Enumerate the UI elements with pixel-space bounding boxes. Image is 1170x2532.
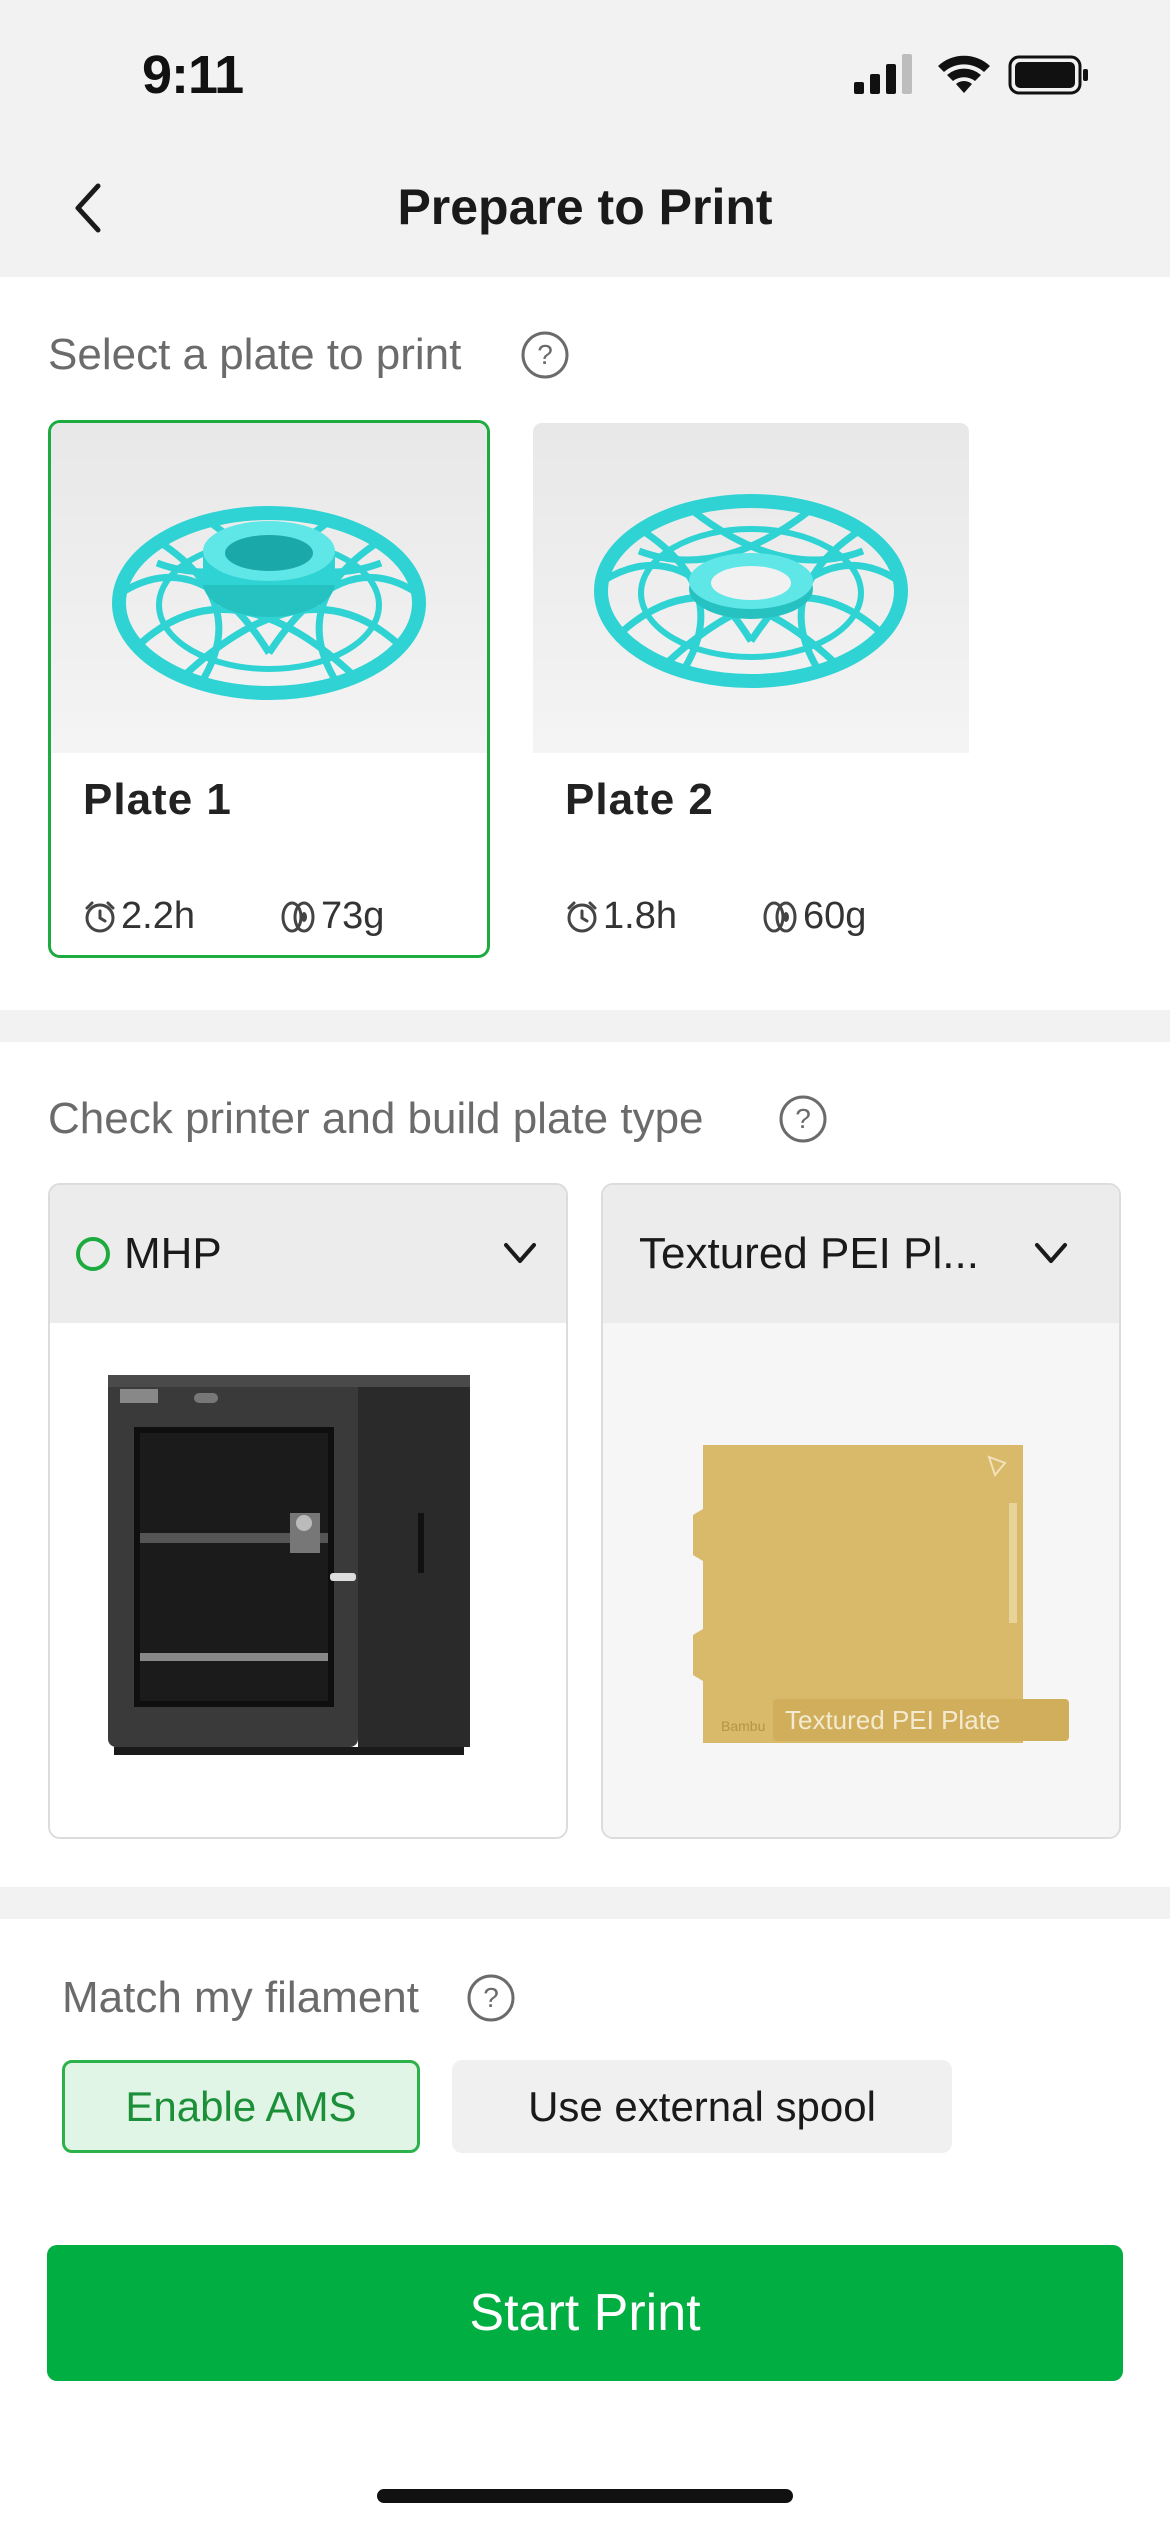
plate-name: Plate 2 bbox=[565, 775, 714, 824]
build-plate-brand: Bambu bbox=[721, 1718, 765, 1734]
plate-weight-value: 73g bbox=[321, 895, 385, 937]
build-plate-caption: Textured PEI Plate bbox=[785, 1705, 1000, 1735]
wifi-icon bbox=[938, 55, 990, 93]
plate-card-2[interactable]: Plate 2 1.8h 60g bbox=[530, 420, 972, 958]
printer-selector-card[interactable]: MHP bbox=[48, 1183, 568, 1839]
filament-spool-icon bbox=[763, 901, 797, 932]
build-plate-dropdown[interactable]: Textured PEI Pl... bbox=[603, 1185, 1119, 1323]
cellular-signal-icon bbox=[854, 54, 912, 94]
plate-time-value: 2.2h bbox=[121, 895, 195, 937]
enable-ams-button[interactable]: Enable AMS bbox=[62, 2060, 420, 2153]
filament-spool-icon bbox=[281, 901, 315, 932]
printer-name: MHP bbox=[124, 1229, 222, 1278]
page-title: Prepare to Print bbox=[397, 179, 773, 235]
printer-section-label: Check printer and build plate type bbox=[48, 1094, 704, 1143]
plate-time-value: 1.8h bbox=[603, 895, 677, 937]
build-plate-name: Textured PEI Pl... bbox=[639, 1229, 979, 1278]
plate-name: Plate 1 bbox=[83, 775, 232, 824]
clock-icon bbox=[567, 901, 597, 932]
printer-image bbox=[50, 1323, 566, 1837]
section-divider bbox=[0, 1010, 1170, 1042]
help-icon[interactable]: ? bbox=[778, 1094, 828, 1144]
svg-text:?: ? bbox=[537, 339, 553, 370]
printer-dropdown[interactable]: MHP bbox=[50, 1185, 566, 1323]
plate-card-1[interactable]: Plate 1 2.2h 73g bbox=[48, 420, 490, 958]
svg-text:?: ? bbox=[795, 1103, 811, 1134]
plate-thumbnail bbox=[533, 423, 969, 753]
printer-status-dot-icon bbox=[76, 1237, 110, 1271]
svg-text:?: ? bbox=[483, 1982, 499, 2013]
help-icon[interactable]: ? bbox=[466, 1973, 516, 2023]
chevron-down-icon bbox=[1035, 1243, 1067, 1263]
chevron-down-icon bbox=[504, 1243, 536, 1263]
plate-weight-value: 60g bbox=[803, 895, 867, 937]
home-indicator[interactable] bbox=[377, 2489, 793, 2503]
plate-thumbnail bbox=[51, 423, 487, 753]
plates-section-label: Select a plate to print bbox=[48, 330, 462, 379]
start-print-button[interactable]: Start Print bbox=[47, 2245, 1123, 2381]
build-plate-selector-card[interactable]: Textured PEI Pl... Textured PEI Plate Ba… bbox=[601, 1183, 1121, 1839]
build-plate-image: Textured PEI Plate Bambu bbox=[603, 1323, 1119, 1837]
plate-print-time: 2.2h bbox=[83, 895, 195, 938]
external-spool-button[interactable]: Use external spool bbox=[452, 2060, 952, 2153]
section-divider bbox=[0, 1887, 1170, 1919]
plate-filament-weight: 60g bbox=[761, 895, 866, 938]
battery-icon bbox=[1008, 55, 1088, 95]
help-icon[interactable]: ? bbox=[520, 330, 570, 380]
plate-filament-weight: 73g bbox=[279, 895, 384, 938]
plate-print-time: 1.8h bbox=[565, 895, 677, 938]
filament-section-label: Match my filament bbox=[62, 1973, 419, 2022]
spool-model-image bbox=[594, 494, 908, 688]
status-time: 9:11 bbox=[142, 45, 244, 105]
spool-model-image bbox=[112, 506, 426, 700]
clock-icon bbox=[85, 901, 115, 932]
